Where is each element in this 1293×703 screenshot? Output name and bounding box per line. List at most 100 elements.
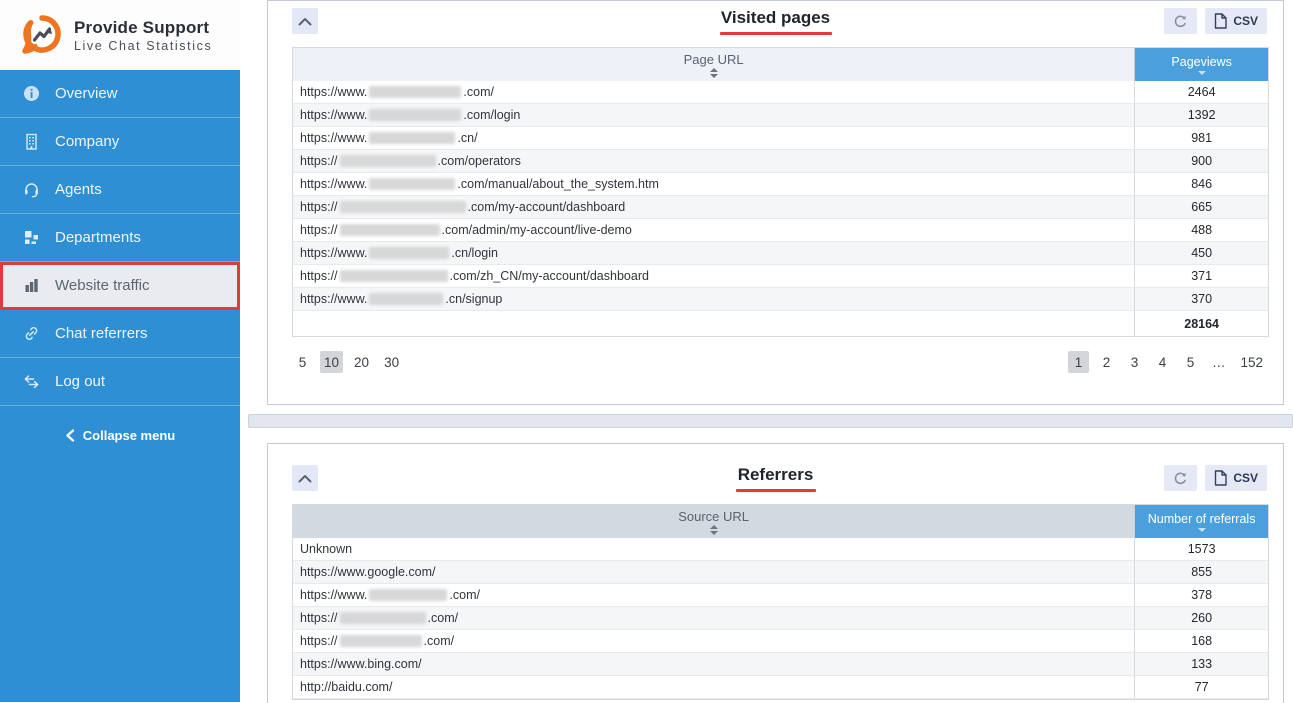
redacted-url-segment bbox=[369, 178, 455, 190]
table-row: https://www..com/ 378 bbox=[293, 584, 1268, 607]
sort-both-icon bbox=[710, 68, 718, 78]
table-row: https://.com/zh_CN/my-account/dashboard … bbox=[293, 265, 1268, 288]
table-row: https://.com/ 260 bbox=[293, 607, 1268, 630]
column-header-referrals[interactable]: Number of referrals bbox=[1135, 505, 1268, 538]
table-row: https://www..com/ 2464 bbox=[293, 81, 1268, 104]
redacted-url-segment bbox=[369, 86, 461, 98]
pageviews-cell: 900 bbox=[1135, 154, 1268, 168]
redacted-url-segment bbox=[340, 612, 426, 624]
table-row: https://www.google.com/ 855 bbox=[293, 561, 1268, 584]
page-number[interactable]: 5 bbox=[1180, 351, 1201, 373]
page-url-cell: https://www..com/manual/about_the_system… bbox=[293, 173, 1135, 195]
pageviews-cell: 488 bbox=[1135, 223, 1268, 237]
file-icon bbox=[1214, 470, 1227, 486]
referrals-cell: 260 bbox=[1135, 611, 1268, 625]
csv-label: CSV bbox=[1233, 471, 1258, 485]
redacted-url-segment bbox=[340, 635, 422, 647]
page-number[interactable]: 2 bbox=[1096, 351, 1117, 373]
collapse-menu-button[interactable]: Collapse menu bbox=[0, 420, 240, 450]
page-number[interactable]: … bbox=[1208, 351, 1230, 373]
sidebar-item-label: Overview bbox=[55, 85, 118, 102]
source-url-cell: https://.com/ bbox=[293, 607, 1135, 629]
sidebar-item-log-out[interactable]: Log out bbox=[0, 358, 240, 406]
table-row: http://baidu.com/ 77 bbox=[293, 676, 1268, 699]
pagination: 5 10 20 30 1 2 3 4 5 … 152 bbox=[292, 351, 1267, 373]
sidebar-item-website-traffic[interactable]: Website traffic bbox=[0, 262, 240, 310]
page-number[interactable]: 1 bbox=[1068, 351, 1089, 373]
chevron-left-icon bbox=[65, 429, 75, 442]
source-url-cell: https://.com/ bbox=[293, 630, 1135, 652]
logo-subtitle: Live Chat Statistics bbox=[74, 39, 212, 53]
collapse-panel-button[interactable] bbox=[292, 8, 318, 34]
collapse-panel-button[interactable] bbox=[292, 465, 318, 491]
building-icon bbox=[23, 133, 40, 150]
export-csv-button[interactable]: CSV bbox=[1205, 8, 1267, 34]
table-row: https://www..com/login 1392 bbox=[293, 104, 1268, 127]
pageviews-cell: 665 bbox=[1135, 200, 1268, 214]
column-header-label: Page URL bbox=[684, 52, 744, 67]
collapse-menu-label: Collapse menu bbox=[83, 428, 175, 443]
panel-title: Referrers bbox=[738, 465, 814, 485]
visited-pages-panel: Visited pages CSV Page URL bbox=[267, 0, 1284, 405]
visited-pages-table: Page URL Pageviews https://www..com/ 246… bbox=[292, 47, 1269, 337]
sidebar-item-chat-referrers[interactable]: Chat referrers bbox=[0, 310, 240, 358]
referrals-cell: 378 bbox=[1135, 588, 1268, 602]
pageviews-cell: 370 bbox=[1135, 292, 1268, 306]
page-size-option[interactable]: 5 bbox=[292, 351, 313, 373]
page-url-cell: https://.com/operators bbox=[293, 150, 1135, 172]
page-url-cell: https://www..com/ bbox=[293, 81, 1135, 103]
link-icon bbox=[23, 325, 40, 342]
page-size-option[interactable]: 20 bbox=[350, 351, 373, 373]
redacted-url-segment bbox=[340, 270, 448, 282]
logout-icon bbox=[23, 373, 40, 390]
redacted-url-segment bbox=[369, 247, 449, 259]
source-url-cell: https://www..com/ bbox=[293, 584, 1135, 606]
red-underline-annotation bbox=[736, 489, 816, 492]
table-row: Unknown 1573 bbox=[293, 538, 1268, 561]
page-size-option[interactable]: 10 bbox=[320, 351, 343, 373]
redacted-url-segment bbox=[369, 132, 455, 144]
sort-desc-icon bbox=[1198, 528, 1206, 532]
sidebar-item-agents[interactable]: Agents bbox=[0, 166, 240, 214]
column-header-pageviews[interactable]: Pageviews bbox=[1135, 48, 1268, 81]
export-csv-button[interactable]: CSV bbox=[1205, 465, 1267, 491]
sidebar-item-label: Website traffic bbox=[55, 277, 149, 294]
referrals-cell: 77 bbox=[1135, 680, 1268, 694]
page-url-cell: https://www..com/login bbox=[293, 104, 1135, 126]
column-header-source-url[interactable]: Source URL bbox=[293, 505, 1135, 538]
source-url-cell: http://baidu.com/ bbox=[293, 676, 1135, 698]
column-header-page-url[interactable]: Page URL bbox=[293, 48, 1135, 81]
total-label-cell bbox=[293, 311, 1135, 336]
refresh-button[interactable] bbox=[1164, 465, 1197, 491]
sidebar-item-label: Chat referrers bbox=[55, 325, 148, 342]
page-url-cell: https://www..cn/login bbox=[293, 242, 1135, 264]
total-value: 28164 bbox=[1135, 317, 1268, 331]
pageviews-cell: 1392 bbox=[1135, 108, 1268, 122]
total-row: 28164 bbox=[293, 311, 1268, 336]
csv-label: CSV bbox=[1233, 14, 1258, 28]
sort-both-icon bbox=[710, 525, 718, 535]
page-size-option[interactable]: 30 bbox=[380, 351, 403, 373]
page-url-cell: https://.com/my-account/dashboard bbox=[293, 196, 1135, 218]
sidebar-item-label: Departments bbox=[55, 229, 141, 246]
red-underline-annotation bbox=[720, 32, 832, 35]
redacted-url-segment bbox=[369, 589, 447, 601]
pageviews-cell: 450 bbox=[1135, 246, 1268, 260]
page-number[interactable]: 3 bbox=[1124, 351, 1145, 373]
page-number-selector: 1 2 3 4 5 … 152 bbox=[1068, 351, 1267, 373]
table-row: https://.com/admin/my-account/live-demo … bbox=[293, 219, 1268, 242]
sidebar-item-departments[interactable]: Departments bbox=[0, 214, 240, 262]
pageviews-cell: 981 bbox=[1135, 131, 1268, 145]
table-row: https://.com/ 168 bbox=[293, 630, 1268, 653]
departments-icon bbox=[23, 229, 40, 246]
bar-chart-icon bbox=[23, 277, 40, 294]
sidebar-item-overview[interactable]: Overview bbox=[0, 70, 240, 118]
page-number[interactable]: 152 bbox=[1236, 351, 1267, 373]
refresh-button[interactable] bbox=[1164, 8, 1197, 34]
panel-title: Visited pages bbox=[721, 8, 830, 28]
table-row: https://.com/my-account/dashboard 665 bbox=[293, 196, 1268, 219]
sidebar-item-company[interactable]: Company bbox=[0, 118, 240, 166]
pageviews-cell: 846 bbox=[1135, 177, 1268, 191]
page-number[interactable]: 4 bbox=[1152, 351, 1173, 373]
column-header-label: Source URL bbox=[678, 509, 749, 524]
